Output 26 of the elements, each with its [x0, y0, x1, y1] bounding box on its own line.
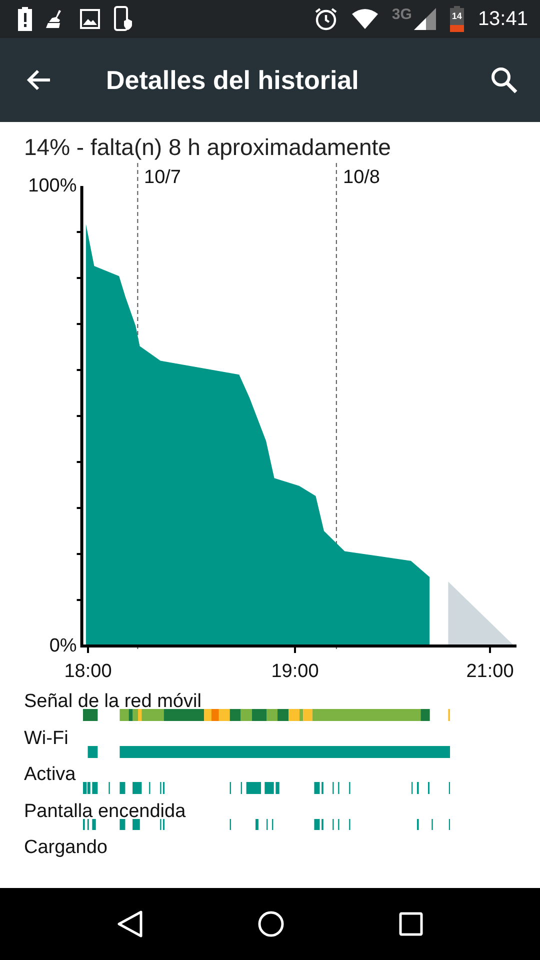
projection-area [448, 582, 514, 646]
back-button[interactable] [26, 68, 52, 92]
image-icon [80, 9, 100, 29]
x-axis-label: 19:00 [271, 661, 319, 682]
track-label: Señal de la red móvil [24, 691, 202, 713]
signal-icon [414, 8, 436, 30]
network-type-label: 3G [392, 6, 412, 22]
clock-time: 13:41 [478, 8, 528, 30]
track-label: Cargando [24, 837, 108, 859]
x-axis-label: 21:00 [466, 661, 514, 682]
wifi-icon [352, 9, 378, 29]
y-axis-label: 100% [28, 176, 77, 196]
y-axis-label: 0% [49, 636, 77, 656]
track-label: Pantalla encendida [24, 800, 186, 822]
track-label: Activa [24, 764, 76, 786]
battery-summary: 14% - falta(n) 8 h aproximadamente [23, 133, 392, 161]
date-label: 10/8 [343, 167, 380, 188]
screen-title: Detalles del historial [106, 64, 360, 96]
search-button[interactable] [490, 66, 518, 94]
x-axis-label: 18:00 [64, 661, 112, 682]
phone-shield-icon [114, 6, 132, 32]
battery-alert-icon [18, 7, 32, 31]
track-label: Wi-Fi [24, 728, 68, 750]
battery-icon: 14 [450, 6, 464, 32]
date-label: 10/7 [144, 167, 181, 188]
alarm-icon [314, 7, 338, 31]
